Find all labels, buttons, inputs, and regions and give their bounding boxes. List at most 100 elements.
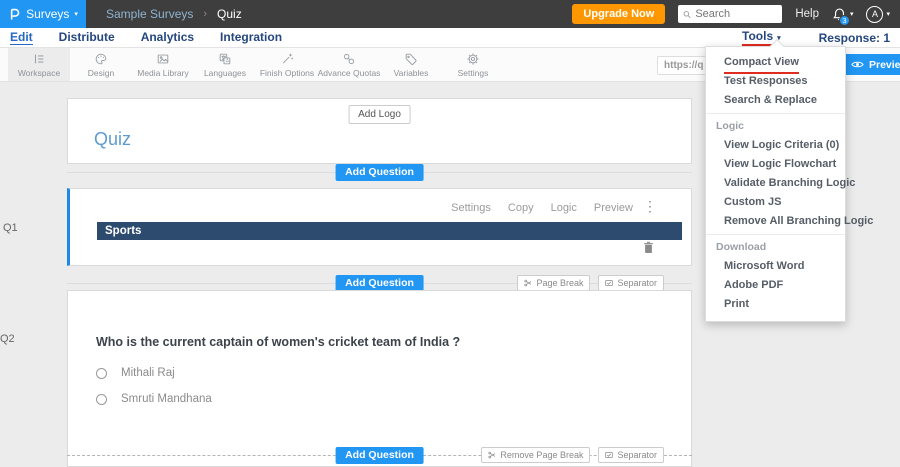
- tab-distribute[interactable]: Distribute: [59, 30, 115, 45]
- notifications-button[interactable]: 3 ▾: [832, 7, 854, 26]
- account-menu-button[interactable]: A ▾: [866, 5, 890, 23]
- add-question-button[interactable]: Add Question: [335, 447, 424, 464]
- breadcrumb-current: Quiz: [217, 7, 242, 21]
- separator-check-icon: [605, 451, 614, 459]
- toolbar-label: Settings: [457, 67, 489, 78]
- tab-analytics[interactable]: Analytics: [141, 30, 194, 45]
- preview-label: Preview: [869, 58, 900, 71]
- answer-option: Smruti Mandhana: [96, 393, 212, 405]
- radio-button[interactable]: [96, 367, 107, 379]
- toolbar-item-media-library[interactable]: Media Library: [132, 48, 194, 81]
- chevron-down-icon: ▾: [886, 11, 890, 18]
- breadcrumb: Sample Surveys › Quiz: [106, 7, 242, 21]
- toolbar-label: Finish Options: [259, 67, 315, 78]
- page-break-button[interactable]: Page Break: [517, 275, 591, 291]
- answer-option-label[interactable]: Smruti Mandhana: [121, 393, 212, 405]
- design-palette-icon: [95, 53, 107, 64]
- toolbar-item-advance-quotas[interactable]: Advance Quotas: [318, 48, 380, 81]
- menu-item-test-responses[interactable]: Test Responses: [706, 72, 845, 91]
- add-question-row-middle: Add Question Page Break Separator: [67, 275, 692, 292]
- tab-integration[interactable]: Integration: [220, 30, 282, 45]
- toolbar-label: Advance Quotas: [317, 67, 381, 78]
- delete-question-button[interactable]: [643, 241, 654, 259]
- scissors-icon: [524, 279, 532, 287]
- translate-icon: A: [219, 53, 231, 64]
- scissors-icon: [488, 451, 496, 459]
- nav-tabs: Edit Distribute Analytics Integration: [10, 30, 282, 45]
- menu-item-remove-all-branching-logic[interactable]: Remove All Branching Logic: [706, 212, 873, 231]
- separator-button[interactable]: Separator: [598, 447, 664, 463]
- menu-section-logic: Logic: [716, 120, 744, 132]
- preview-button[interactable]: Preview: [843, 54, 900, 75]
- survey-title[interactable]: Quiz: [94, 129, 131, 150]
- toolbar-item-workspace[interactable]: Workspace: [8, 48, 70, 81]
- menu-item-microsoft-word[interactable]: Microsoft Word: [706, 257, 845, 276]
- response-count[interactable]: Response: 1: [819, 31, 890, 45]
- breadcrumb-separator-icon: ›: [203, 8, 208, 20]
- break-controls: Remove Page Break Separator: [481, 447, 664, 463]
- search-input[interactable]: [695, 8, 778, 20]
- search-icon: [683, 10, 691, 18]
- search-box[interactable]: [678, 5, 783, 23]
- breadcrumb-parent[interactable]: Sample Surveys: [106, 7, 193, 21]
- remove-page-break-button[interactable]: Remove Page Break: [481, 447, 591, 463]
- toolbar-label: Variables: [393, 67, 429, 78]
- question-preview-link[interactable]: Preview: [594, 202, 633, 214]
- questionpro-logo-icon: [10, 8, 20, 20]
- workspace-icon: [34, 54, 44, 63]
- menu-divider: [706, 113, 845, 114]
- upgrade-now-button[interactable]: Upgrade Now: [572, 4, 666, 24]
- toolbar-item-finish-options[interactable]: Finish Options: [256, 48, 318, 81]
- separator-button[interactable]: Separator: [598, 275, 664, 291]
- question-logic-link[interactable]: Logic: [551, 202, 577, 214]
- overflow-menu-icon[interactable]: ⋮: [643, 199, 657, 213]
- gear-icon: [467, 52, 479, 65]
- quota-links-icon: [343, 53, 355, 64]
- menu-divider: [706, 234, 845, 235]
- tools-dropdown-menu: Compact View Test Responses Search & Rep…: [705, 38, 873, 322]
- survey-header-card: Add Logo Quiz: [67, 98, 692, 164]
- menu-item-custom-js[interactable]: Custom JS: [706, 193, 845, 212]
- trash-icon: [644, 241, 653, 253]
- toolbar-item-languages[interactable]: A Languages: [194, 48, 256, 81]
- main-nav: Edit Distribute Analytics Integration To…: [0, 28, 900, 48]
- question-card-q2[interactable]: Who is the current captain of women's cr…: [67, 290, 692, 467]
- tag-icon: [405, 53, 417, 65]
- tab-edit[interactable]: Edit: [10, 30, 33, 45]
- toolbar-label: Languages: [203, 67, 247, 78]
- top-bar: Surveys ▾ Sample Surveys › Quiz Upgrade …: [0, 0, 900, 28]
- toolbar-item-settings[interactable]: Settings: [442, 48, 504, 81]
- menu-item-print[interactable]: Print: [706, 295, 845, 314]
- break-controls: Page Break Separator: [517, 275, 664, 291]
- menu-item-view-logic-flowchart[interactable]: View Logic Flowchart: [706, 155, 845, 174]
- radio-button[interactable]: [96, 393, 107, 405]
- question-text[interactable]: Who is the current captain of women's cr…: [96, 335, 460, 349]
- menu-item-compact-view[interactable]: Compact View: [706, 53, 845, 74]
- toolbar-item-design[interactable]: Design: [70, 48, 132, 81]
- chevron-down-icon: ▾: [849, 11, 854, 18]
- help-link[interactable]: Help: [795, 8, 819, 20]
- question-number-q2: Q2: [0, 333, 15, 345]
- menu-item-view-logic-criteria[interactable]: View Logic Criteria (0): [706, 136, 845, 155]
- answer-option-label[interactable]: Mithali Raj: [121, 367, 175, 379]
- separator-check-icon: [605, 279, 614, 287]
- compact-view-label: Compact View: [724, 53, 799, 74]
- eye-icon: [851, 61, 864, 68]
- menu-item-search-replace[interactable]: Search & Replace: [706, 91, 845, 110]
- menu-item-validate-branching-logic[interactable]: Validate Branching Logic: [706, 174, 855, 193]
- page-break-label: Page Break: [536, 278, 584, 288]
- toolbar-item-variables[interactable]: Variables: [380, 48, 442, 81]
- add-question-button[interactable]: Add Question: [335, 164, 424, 181]
- question-block-title[interactable]: Sports: [97, 222, 682, 240]
- add-logo-button[interactable]: Add Logo: [348, 105, 411, 124]
- chevron-down-icon: ▾: [74, 11, 78, 18]
- question-settings-link[interactable]: Settings: [451, 202, 491, 214]
- question-copy-link[interactable]: Copy: [508, 202, 534, 214]
- menu-item-adobe-pdf[interactable]: Adobe PDF: [706, 276, 845, 295]
- question-card-q1[interactable]: Settings Copy Logic Preview ⋮ Sports: [67, 188, 692, 266]
- toolbar-label: Design: [87, 67, 115, 78]
- answer-option: Mithali Raj: [96, 367, 175, 379]
- product-switcher[interactable]: Surveys ▾: [0, 0, 86, 28]
- menu-section-download: Download: [716, 241, 767, 253]
- app-window: Surveys ▾ Sample Surveys › Quiz Upgrade …: [0, 0, 900, 467]
